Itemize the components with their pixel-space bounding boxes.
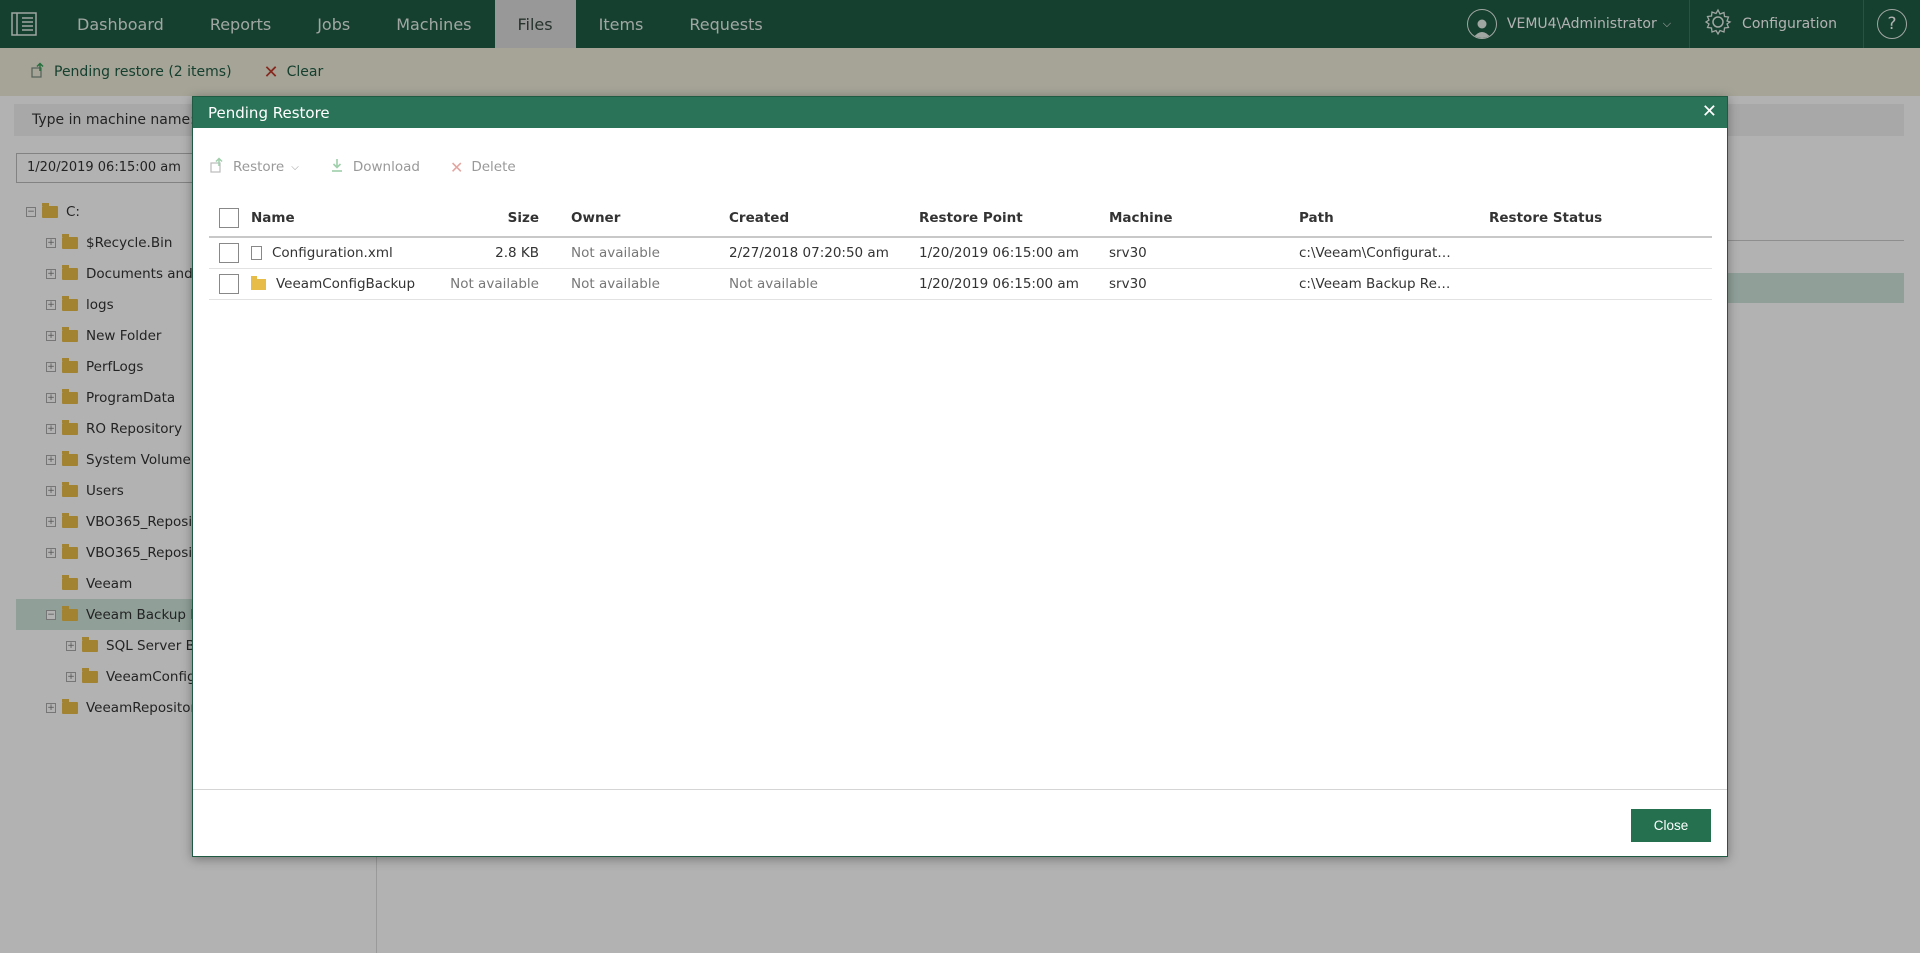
row-owner: Not available [571,245,660,261]
row-name: VeeamConfigBackup [276,276,416,292]
row-created: Not available [729,276,818,292]
dialog-title: Pending Restore [208,103,330,122]
restore-button[interactable]: Restore ⌵ [209,157,299,177]
delete-label: Delete [471,159,516,175]
row-checkbox[interactable] [219,243,239,263]
table-row[interactable]: Configuration.xml 2.8 KB Not available 2… [209,238,1712,269]
row-created: 2/27/2018 07:20:50 am [729,245,889,261]
row-restore-point: 1/20/2019 06:15:00 am [919,245,1079,261]
restore-icon [209,157,225,177]
row-path: c:\Veeam\Configuration.... [1299,245,1454,261]
row-restore-point: 1/20/2019 06:15:00 am [919,276,1079,292]
row-machine: srv30 [1109,245,1147,261]
column-owner[interactable]: Owner [539,210,729,226]
delete-icon: ✕ [449,157,464,177]
download-button[interactable]: Download [329,157,420,177]
dialog-header: Pending Restore ✕ [193,97,1727,128]
restore-label: Restore [233,159,285,175]
select-all-checkbox[interactable] [219,208,239,228]
column-restore-status[interactable]: Restore Status [1454,210,1634,226]
dialog-toolbar: Restore ⌵ Download ✕ Delete [209,157,546,177]
column-restore-point[interactable]: Restore Point [919,210,1109,226]
folder-icon [251,276,266,290]
column-path[interactable]: Path [1299,210,1454,226]
row-checkbox[interactable] [219,274,239,294]
row-owner: Not available [571,276,660,292]
delete-button[interactable]: ✕ Delete [450,158,516,177]
chevron-down-icon: ⌵ [291,161,299,173]
row-size: 2.8 KB [495,245,539,261]
dialog-footer-divider [193,789,1727,790]
table-row[interactable]: VeeamConfigBackup Not available Not avai… [209,269,1712,300]
close-button[interactable]: Close [1631,809,1711,842]
pending-restore-table: Name Size Owner Created Restore Point Ma… [209,200,1712,300]
column-size[interactable]: Size [441,210,539,226]
close-icon[interactable]: ✕ [1702,101,1717,122]
row-path: c:\Veeam Backup Repos... [1299,276,1454,292]
row-machine: srv30 [1109,276,1147,292]
column-machine[interactable]: Machine [1109,210,1299,226]
download-label: Download [352,159,420,175]
download-icon [329,157,345,177]
table-header-row: Name Size Owner Created Restore Point Ma… [209,200,1712,238]
file-icon [251,246,262,260]
column-name[interactable]: Name [251,210,441,226]
pending-restore-dialog: Pending Restore ✕ Restore ⌵ Download ✕ D… [192,96,1728,857]
row-name: Configuration.xml [272,245,393,261]
row-size: Not available [450,276,539,292]
column-created[interactable]: Created [729,210,919,226]
